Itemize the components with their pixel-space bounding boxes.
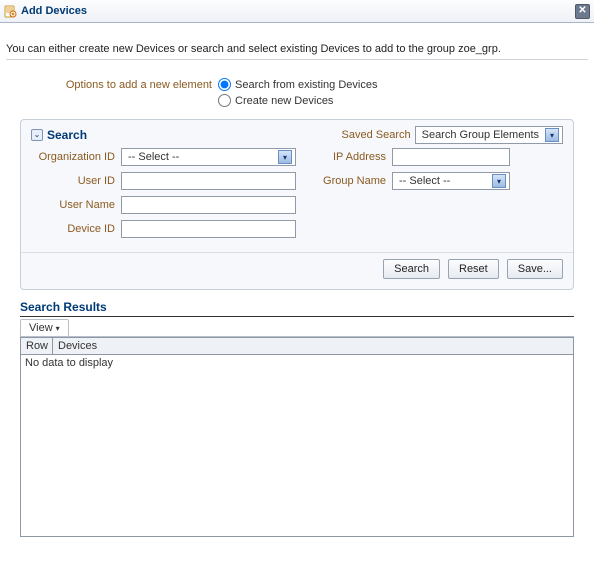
col-row[interactable]: Row (21, 338, 53, 354)
search-panel: ⌄ Search Saved Search Search Group Eleme… (20, 119, 574, 290)
reset-button[interactable]: Reset (448, 259, 499, 279)
options-label: Options to add a new element (6, 78, 218, 91)
org-id-value: -- Select -- (128, 151, 179, 163)
col-devices[interactable]: Devices (53, 338, 573, 354)
user-id-label: User ID (31, 175, 121, 187)
titlebar: Add Devices ✕ (0, 0, 594, 23)
chevron-down-icon: ▾ (545, 128, 559, 142)
view-menu[interactable]: View ▾ (20, 319, 69, 336)
intro-text: You can either create new Devices or sea… (6, 43, 588, 55)
org-id-label: Organization ID (31, 151, 121, 163)
results-empty: No data to display (21, 355, 573, 371)
search-button[interactable]: Search (383, 259, 440, 279)
device-id-label: Device ID (31, 223, 121, 235)
close-icon[interactable]: ✕ (575, 4, 590, 19)
option-search-existing[interactable]: Search from existing Devices (218, 78, 377, 91)
dialog-title: Add Devices (21, 5, 575, 17)
group-name-label: Group Name (312, 175, 392, 187)
device-id-input[interactable] (121, 220, 296, 238)
group-name-select[interactable]: -- Select -- ▾ (392, 172, 510, 190)
user-name-input[interactable] (121, 196, 296, 214)
results-grid: Row Devices No data to display (20, 337, 574, 537)
radio-search-existing[interactable] (218, 78, 231, 91)
search-results: Search Results View ▾ Row Devices No dat… (20, 300, 574, 537)
ip-address-label: IP Address (312, 151, 392, 163)
org-id-select[interactable]: -- Select -- ▾ (121, 148, 296, 166)
panel-divider (21, 252, 573, 253)
add-devices-dialog: Add Devices ✕ You can either create new … (0, 0, 594, 545)
chevron-down-icon: ▾ (278, 150, 292, 164)
group-name-value: -- Select -- (399, 175, 450, 187)
dialog-icon (2, 3, 18, 19)
chevron-down-icon: ▾ (56, 324, 60, 333)
radio-create-new[interactable] (218, 94, 231, 107)
view-label: View (29, 322, 53, 334)
results-title: Search Results (20, 300, 574, 317)
options-row: Options to add a new element Search from… (6, 78, 588, 107)
saved-search-dropdown[interactable]: Search Group Elements ▾ (415, 126, 563, 144)
saved-search-value: Search Group Elements (422, 129, 539, 141)
user-name-label: User Name (31, 199, 121, 211)
user-id-input[interactable] (121, 172, 296, 190)
saved-search: Saved Search Search Group Elements ▾ (342, 126, 564, 144)
chevron-down-icon: ▾ (492, 174, 506, 188)
option-create-new[interactable]: Create new Devices (218, 94, 377, 107)
option-label: Search from existing Devices (235, 79, 377, 91)
save-button[interactable]: Save... (507, 259, 563, 279)
saved-search-label: Saved Search (342, 129, 411, 141)
option-label: Create new Devices (235, 95, 333, 107)
divider (6, 59, 588, 60)
ip-address-input[interactable] (392, 148, 510, 166)
search-title: Search (47, 128, 87, 142)
collapse-icon[interactable]: ⌄ (31, 129, 43, 141)
